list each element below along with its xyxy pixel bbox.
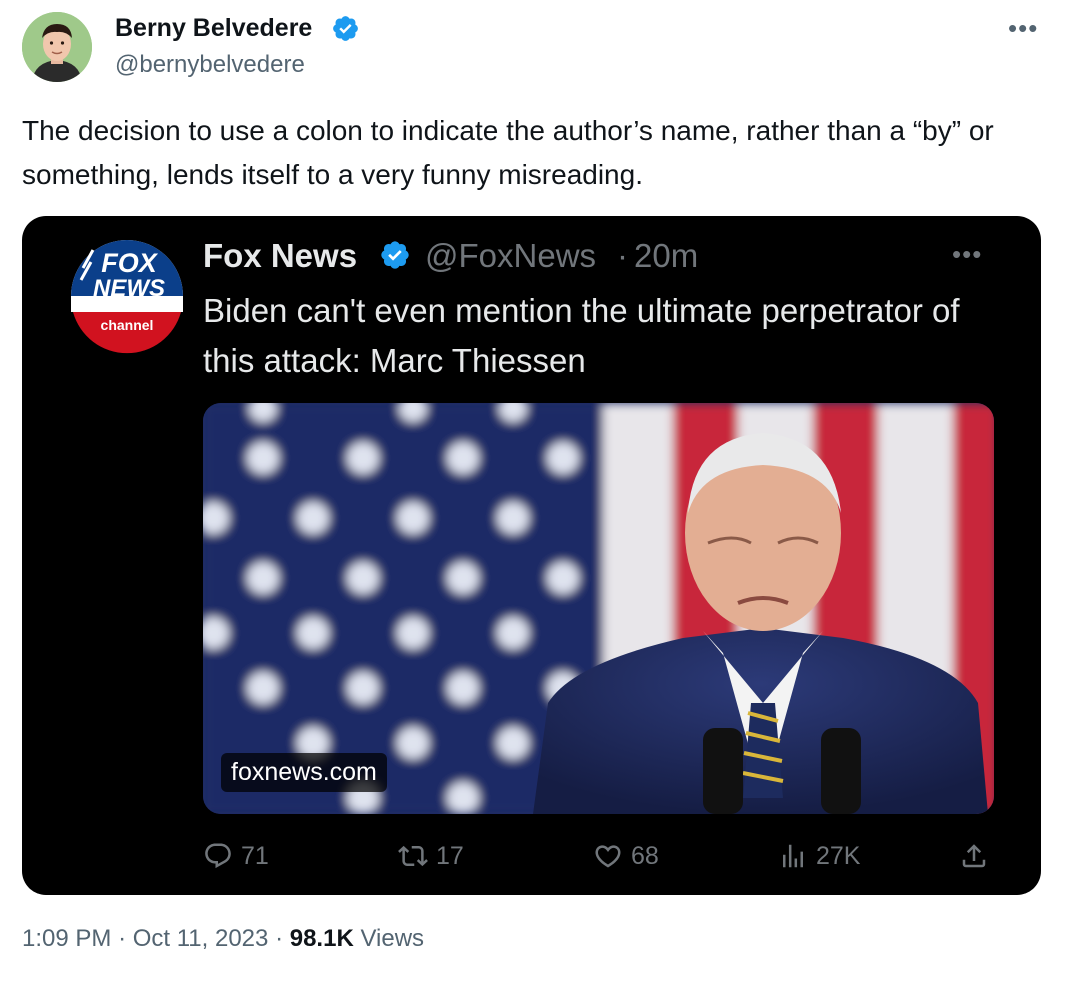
repost-action: 17 (398, 836, 464, 876)
tweet-views-label[interactable]: Views (360, 925, 424, 952)
tweet-date[interactable]: Oct 11, 2023 (133, 925, 269, 952)
media-image: foxnews.com (203, 403, 994, 814)
quoted-tweet-text: Biden can't even mention the ultimate pe… (203, 292, 960, 379)
logo-word-channel: channel (101, 317, 154, 333)
separator-dot: · (617, 237, 628, 274)
logo-word-news: NEWS (93, 275, 165, 302)
verified-badge-icon (381, 241, 409, 269)
tweet-views-count[interactable]: 98.1K (290, 925, 354, 952)
quoted-author-name: Fox News (203, 237, 358, 274)
reply-count: 71 (241, 841, 269, 870)
avatar[interactable] (22, 12, 92, 82)
quoted-timestamp: 20m (634, 237, 699, 274)
more-icon: ••• (952, 239, 983, 269)
share-icon (962, 844, 986, 868)
reply-icon (205, 843, 231, 869)
share-action (959, 836, 989, 876)
verified-badge-icon (333, 16, 358, 41)
tweet-text: The decision to use a colon to indicate … (22, 115, 994, 190)
repost-icon (398, 845, 428, 867)
views-icon (783, 844, 803, 868)
more-icon[interactable]: ••• (1008, 15, 1042, 41)
logo-word-fox: FOX (101, 248, 158, 278)
tweet-footer: 1:09 PM · Oct 11, 2023 · 98.1K Views (22, 925, 424, 953)
quoted-author-handle: @FoxNews (425, 237, 597, 274)
views-count: 27K (816, 841, 861, 870)
quoted-action-bar: 71 17 68 27K (203, 836, 1003, 880)
author-name[interactable]: Berny Belvedere (115, 14, 312, 43)
like-icon (595, 845, 621, 868)
link-domain-label: foxnews.com (221, 753, 387, 792)
quoted-tweet-screenshot: FOX NEWS channel Fox News @FoxNews · 20m… (22, 216, 1041, 895)
tweet-time[interactable]: 1:09 PM (22, 925, 111, 952)
separator-dot: · (118, 925, 127, 952)
repost-count: 17 (436, 841, 464, 870)
separator-dot: · (275, 925, 284, 952)
views-action: 27K (778, 836, 860, 876)
fox-news-logo: FOX NEWS channel (71, 240, 183, 354)
like-count: 68 (631, 841, 659, 870)
like-action: 68 (593, 836, 659, 876)
tweet-header: Berny Belvedere @bernybelvedere ••• (0, 0, 1065, 100)
author-handle[interactable]: @bernybelvedere (115, 51, 305, 79)
reply-action: 71 (203, 836, 269, 876)
